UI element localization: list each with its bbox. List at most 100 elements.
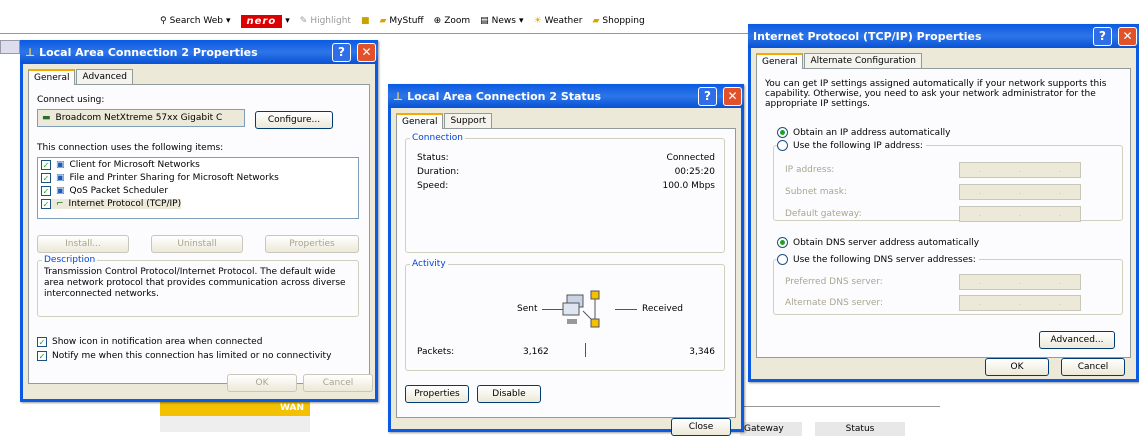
status-label: Status:	[417, 153, 449, 163]
weather-button[interactable]: ☀ Weather	[534, 16, 583, 26]
preferred-dns-input[interactable]: ...	[959, 274, 1081, 290]
subnet-mask-input[interactable]: ...	[959, 184, 1081, 200]
note-button[interactable]: ■	[361, 16, 370, 26]
title-bar[interactable]: Internet Protocol (TCP/IP) Properties ? …	[748, 24, 1139, 48]
toolbar-divider	[0, 33, 750, 34]
help-button[interactable]: ?	[698, 86, 717, 106]
network-card-icon: ▬	[42, 113, 51, 123]
cancel-button[interactable]: Cancel	[1061, 358, 1125, 376]
tab-general[interactable]: General	[396, 113, 444, 129]
list-item[interactable]: ✓ ⌐ Internet Protocol (TCP/IP)	[41, 199, 182, 209]
ok-button[interactable]: OK	[985, 358, 1049, 376]
note-icon: ■	[360, 16, 370, 26]
browser-toolbar: ⚲ Search Web ▾ nero ▾ ✎ Highlight ■ ▰ MyStuff…	[160, 8, 750, 34]
use-dns-option[interactable]: Use the following DNS server addresses:	[777, 254, 979, 265]
adapter-field: ▬ Broadcom NetXtreme 57xx Gigabit C	[37, 109, 245, 127]
install-button[interactable]: Install...	[37, 235, 129, 253]
news-icon: ▤	[480, 16, 489, 26]
show-icon-option[interactable]: ✓ Show icon in notification area when con…	[37, 337, 262, 347]
checkbox-checked-icon[interactable]: ✓	[37, 337, 47, 347]
checkbox-checked-icon[interactable]: ✓	[41, 173, 51, 183]
duration-label: Duration:	[417, 167, 460, 177]
close-button[interactable]: ✕	[1118, 26, 1137, 46]
packets-label: Packets:	[417, 347, 455, 357]
default-gateway-label: Default gateway:	[785, 209, 862, 219]
checkbox-checked-icon[interactable]: ✓	[37, 351, 47, 361]
help-button[interactable]: ?	[332, 42, 351, 62]
checkbox-checked-icon[interactable]: ✓	[41, 160, 51, 170]
default-gateway-input[interactable]: ...	[959, 206, 1081, 222]
tab-advanced[interactable]: Advanced	[76, 69, 133, 84]
ip-address-input[interactable]: ...	[959, 162, 1081, 178]
radio-selected-icon[interactable]	[777, 237, 788, 248]
chevron-down-icon: ▾	[285, 16, 290, 26]
obtain-dns-option[interactable]: Obtain DNS server address automatically	[777, 237, 979, 248]
radio-unselected-icon[interactable]	[777, 254, 788, 265]
obtain-ip-option[interactable]: Obtain an IP address automatically	[777, 127, 951, 138]
ok-button[interactable]: OK	[227, 374, 297, 392]
tab-general[interactable]: General	[28, 69, 76, 85]
list-item[interactable]: ✓ ▣ QoS Packet Scheduler	[41, 186, 168, 196]
tab-general[interactable]: General	[756, 53, 804, 69]
checkbox-checked-icon[interactable]: ✓	[41, 186, 51, 196]
general-panel: Connect using: ▬ Broadcom NetXtreme 57xx…	[28, 84, 370, 384]
general-panel: Connection Status: Connected Duration: 0…	[396, 128, 736, 418]
list-item[interactable]: ✓ ▣ File and Printer Sharing for Microsoft…	[41, 173, 279, 183]
search-icon: ⚲	[160, 16, 167, 26]
title-bar[interactable]: ⊥ Local Area Connection 2 Properties ? ✕	[20, 40, 378, 64]
network-client-icon: ▣	[56, 160, 65, 170]
properties-button[interactable]: Properties	[405, 385, 469, 403]
shopping-button[interactable]: ▰ Shopping	[593, 16, 645, 26]
title-bar[interactable]: ⊥ Local Area Connection 2 Status ? ✕	[388, 84, 744, 108]
preferred-dns-label: Preferred DNS server:	[785, 277, 883, 287]
speed-value: 100.0 Mbps	[662, 181, 715, 191]
tab-support[interactable]: Support	[444, 113, 493, 128]
description-group: Description Transmission Control Protoco…	[37, 255, 359, 317]
cancel-button[interactable]: Cancel	[303, 374, 373, 392]
connect-using-label: Connect using:	[37, 95, 105, 105]
news-button[interactable]: ▤ News ▾	[480, 16, 523, 26]
duration-value: 00:25:20	[674, 167, 715, 177]
highlighter-icon: ✎	[299, 16, 308, 26]
packets-received-value: 3,346	[689, 347, 715, 357]
radio-selected-icon[interactable]	[777, 127, 788, 138]
wan-row: WAN	[160, 400, 310, 416]
search-web-button[interactable]: ⚲ Search Web ▾	[160, 16, 231, 26]
use-ip-option[interactable]: Use the following IP address:	[777, 140, 926, 151]
zoom-icon: ⊕	[433, 16, 442, 26]
configure-button[interactable]: Configure...	[255, 111, 333, 129]
chevron-down-icon: ▾	[518, 16, 524, 26]
alternate-dns-label: Alternate DNS server:	[785, 298, 884, 308]
network-icon: ⊥	[25, 45, 36, 59]
sun-icon: ☀	[533, 16, 542, 26]
advanced-button[interactable]: Advanced...	[1039, 331, 1115, 349]
highlight-button[interactable]: ✎ Highlight	[300, 16, 351, 26]
lac-status-window: ⊥ Local Area Connection 2 Status ? ✕ Gen…	[388, 84, 744, 436]
address-bar-stub	[0, 40, 20, 54]
lac-properties-window: ⊥ Local Area Connection 2 Properties ? ✕…	[20, 40, 378, 402]
close-button[interactable]: ✕	[357, 42, 376, 62]
list-item[interactable]: ✓ ▣ Client for Microsoft Networks	[41, 160, 200, 170]
intro-text: You can get IP settings assigned automat…	[765, 79, 1107, 109]
alternate-dns-input[interactable]: ...	[959, 295, 1081, 311]
help-button[interactable]: ?	[1093, 26, 1112, 46]
zoom-button[interactable]: ⊕ Zoom	[434, 16, 471, 26]
tab-alternate-configuration[interactable]: Alternate Configuration	[804, 53, 922, 68]
notify-option[interactable]: ✓ Notify me when this connection has limi…	[37, 351, 331, 361]
printer-share-icon: ▣	[56, 173, 65, 183]
components-list: ✓ ▣ Client for Microsoft Networks ✓ ▣ File a…	[37, 157, 359, 219]
bg-divider	[740, 406, 940, 407]
properties-button[interactable]: Properties	[265, 235, 359, 253]
tcpip-properties-window: Internet Protocol (TCP/IP) Properties ? …	[748, 24, 1139, 382]
mystuff-button[interactable]: ▰ MyStuff	[379, 16, 423, 26]
disable-button[interactable]: Disable	[477, 385, 541, 403]
close-dialog-button[interactable]: Close	[671, 418, 731, 436]
status-header: Status	[815, 422, 905, 436]
close-button[interactable]: ✕	[723, 86, 742, 106]
uninstall-button[interactable]: Uninstall	[151, 235, 243, 253]
subnet-mask-label: Subnet mask:	[785, 187, 847, 197]
radio-unselected-icon[interactable]	[777, 140, 788, 151]
nero-button[interactable]: nero ▾	[240, 14, 290, 28]
gateway-header: Gateway	[740, 422, 802, 436]
checkbox-checked-icon[interactable]: ✓	[41, 199, 51, 209]
